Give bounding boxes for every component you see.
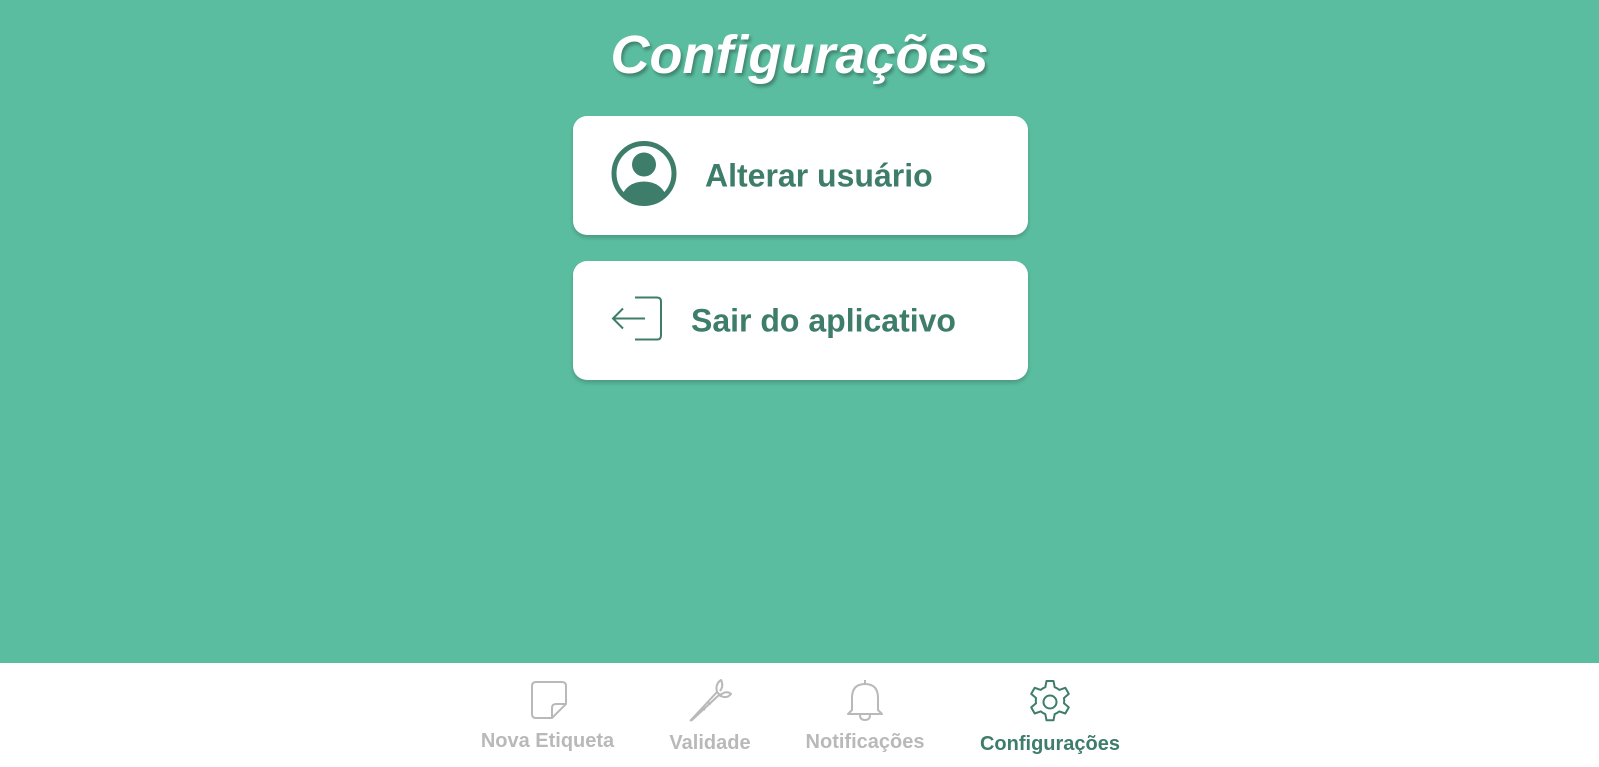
nav-item-validade[interactable]: Validade xyxy=(650,663,770,767)
nav-label-nova-etiqueta: Nova Etiqueta xyxy=(480,730,615,752)
bottom-nav: Nova Etiqueta Validade Notificações Conf… xyxy=(0,663,1599,767)
bell-icon xyxy=(846,679,884,726)
nav-label-validade: Validade xyxy=(669,732,751,754)
logout-icon xyxy=(611,295,663,346)
exit-app-label: Sair do aplicativo xyxy=(691,302,956,338)
change-user-label: Alterar usuário xyxy=(705,157,933,193)
sticky-note-icon xyxy=(528,680,568,725)
page-title: Configurações xyxy=(610,25,989,85)
carrot-icon xyxy=(687,678,733,727)
exit-app-button[interactable]: Sair do aplicativo xyxy=(573,261,1028,380)
nav-label-notificacoes: Notificações xyxy=(805,731,925,753)
user-circle-icon xyxy=(611,140,677,211)
main-content: Configurações Alterar usuário Sair do ap… xyxy=(0,0,1599,663)
nav-item-configuracoes[interactable]: Configurações xyxy=(965,663,1135,767)
change-user-button[interactable]: Alterar usuário xyxy=(573,116,1028,235)
gear-icon xyxy=(1026,678,1074,731)
nav-label-configuracoes: Configurações xyxy=(979,733,1121,755)
nav-item-notificacoes[interactable]: Notificações xyxy=(795,663,935,767)
nav-item-nova-etiqueta[interactable]: Nova Etiqueta xyxy=(470,663,625,767)
